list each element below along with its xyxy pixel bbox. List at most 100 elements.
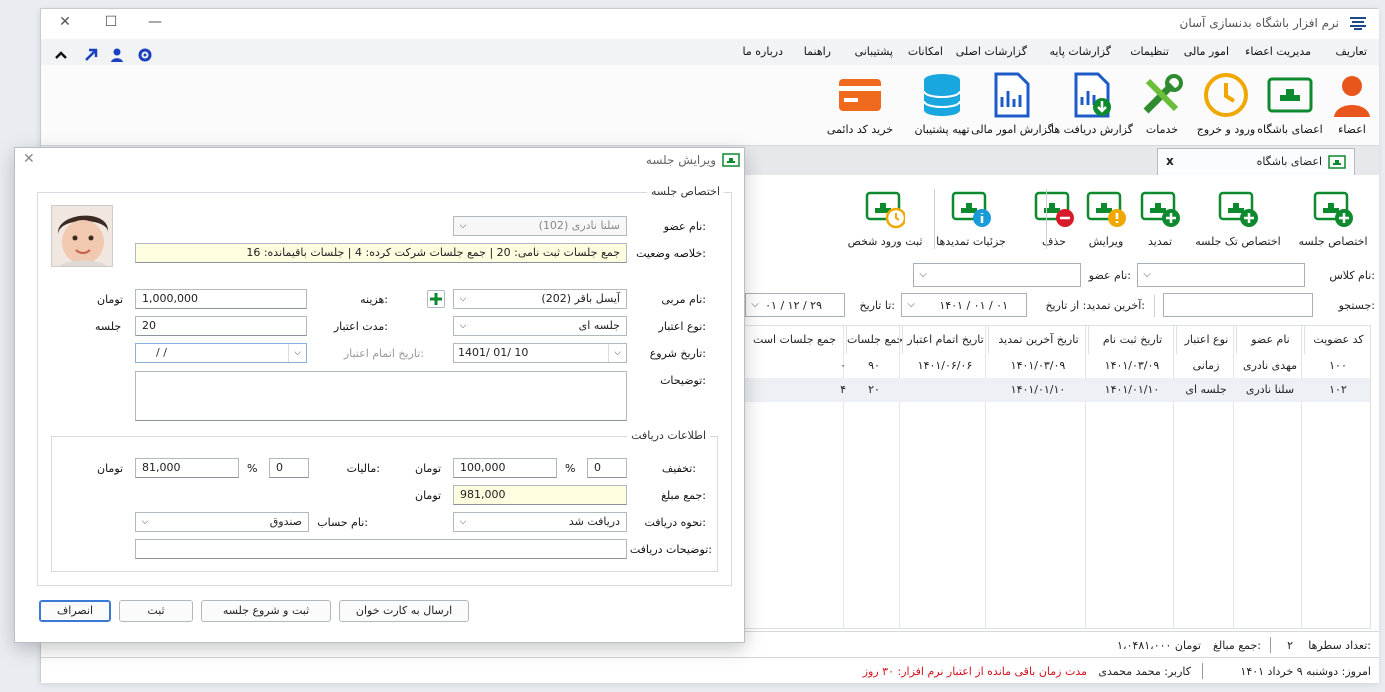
today-status: امروز: دوشنبه ۹ خرداد ۱۴۰۱ — [1240, 665, 1371, 678]
dialog-close-icon[interactable]: ✕ — [23, 151, 35, 167]
maximize-button[interactable]: ☐ — [101, 14, 121, 30]
menu-about[interactable]: درباره ما — [743, 45, 783, 58]
menu-basic-reports[interactable]: گزارشات پایه — [1050, 45, 1111, 58]
close-tab-icon[interactable]: x — [1166, 154, 1174, 168]
account-name-select[interactable]: ⌵ صندوق — [135, 512, 309, 532]
col-used-sessions[interactable]: جمع جلسات است — [742, 326, 846, 354]
payment-method-select[interactable]: ⌵ دریافت شد — [453, 512, 627, 532]
send-to-card-reader-button[interactable]: ارسال به کارت خوان — [339, 600, 469, 622]
member-add-icon — [1140, 191, 1180, 227]
add-coach-button[interactable] — [427, 290, 445, 308]
ribbon-entry-exit-button[interactable]: ورود و خروج — [1195, 65, 1257, 145]
tax-label: مالیات: — [346, 462, 380, 475]
table-row-selected[interactable]: ۱۰۲ سلنا نادری جلسه ای ۱۴۰۱/۰۱/۱۰ ۱۴۰۱/۰… — [742, 378, 1370, 402]
member-card-icon — [722, 153, 740, 167]
tax-percent-input[interactable]: 0 — [269, 458, 309, 478]
cost-unit: تومان — [97, 293, 124, 306]
ribbon-buy-license-button[interactable]: خرید کد دائمی — [827, 65, 893, 145]
member-name-select[interactable]: ⌵ — [913, 263, 1081, 287]
discount-amount-input[interactable]: 100,000 — [453, 458, 557, 478]
ribbon-finance-report-button[interactable]: گزارش امور مالی — [971, 65, 1053, 145]
ribbon-club-members-button[interactable]: اعضای باشگاه — [1257, 65, 1323, 145]
total-amount-unit: تومان — [415, 489, 442, 502]
row-count-value: ۲ — [1287, 639, 1293, 652]
discount-percent-input[interactable]: 0 — [587, 458, 627, 478]
payment-description-label: توضیحات دریافت: — [629, 543, 712, 556]
assign-session-button[interactable]: اختصاص جلسه — [1295, 183, 1371, 251]
col-register-date[interactable]: تاریخ ثبت نام — [1088, 326, 1176, 354]
menu-main-reports[interactable]: گزارشات اصلی — [956, 45, 1027, 58]
ribbon-backup-button[interactable]: تهیه پشتیبان — [911, 65, 973, 145]
discount-label: تخفیف: — [661, 462, 696, 475]
assign-session-group-title: اختصاص جلسه — [646, 185, 724, 198]
edit-button[interactable]: ویرایش — [1083, 183, 1129, 251]
menu-members[interactable]: مدیریت اعضاء — [1245, 45, 1311, 58]
menu-finance[interactable]: امور مالی — [1184, 45, 1229, 58]
assign-single-session-button[interactable]: اختصاص تک جلسه — [1193, 183, 1283, 251]
menu-settings[interactable]: تنظیمات — [1130, 45, 1169, 58]
tab-club-members[interactable]: اعضای باشگاه x — [1157, 148, 1355, 176]
arrow-up-right-icon[interactable] — [83, 47, 99, 63]
window-title: نرم افزار باشگاه بدنسازی آسان — [1179, 16, 1339, 30]
members-table: کد عضویت نام عضو نوع اعتبار تاریخ ثبت نا… — [741, 325, 1371, 629]
member-add-icon — [1218, 191, 1258, 227]
from-date-input[interactable]: ⌵ ۱۴۰۱ / ۰۱ / ۰۱ — [901, 293, 1027, 317]
plus-icon — [430, 293, 442, 305]
credit-end-date-picker[interactable]: ⌵ / / — [135, 343, 307, 363]
settings-gear-icon[interactable] — [137, 47, 153, 63]
ribbon-receipts-report-button[interactable]: گزارش دریافت ها — [1051, 65, 1133, 145]
filter-separator — [1154, 295, 1155, 317]
tax-percent-sign: % — [247, 462, 258, 475]
menu-facilities[interactable]: امکانات — [908, 45, 943, 58]
member-clock-icon — [865, 191, 905, 229]
user-icon[interactable] — [109, 47, 125, 63]
to-date-input[interactable]: ⌵ ۰۱ / ۱۲ / ۲۹ — [745, 293, 845, 317]
col-credit-end[interactable]: تاریخ اتمام اعتبار — [902, 326, 988, 354]
start-date-picker[interactable]: ⌵ 1401/ 01/ 10 — [453, 343, 627, 363]
chevron-up-icon[interactable] — [53, 47, 69, 63]
credit-card-icon — [839, 79, 881, 111]
toolbar-separator — [1046, 189, 1047, 249]
edit-session-dialog: ویرایش جلسه ✕ اختصاص جلسه نام عضو: ⌵ سلنا… — [14, 147, 745, 643]
col-last-renewal[interactable]: تاریخ آخرین تمدید — [988, 326, 1088, 354]
cancel-button[interactable]: انصراف — [39, 600, 111, 622]
dialog-title: ویرایش جلسه — [645, 153, 716, 167]
tab-label: اعضای باشگاه — [1256, 155, 1322, 168]
payment-method-label: نحوه دریافت: — [644, 516, 706, 529]
account-name-label: نام حساب: — [317, 516, 368, 529]
payment-description-input[interactable] — [135, 539, 627, 559]
license-remaining-status: مدت زمان باقی مانده از اعتبار نرم افزار:… — [862, 665, 1087, 678]
credit-type-select[interactable]: ⌵ جلسه ای — [453, 316, 627, 336]
table-row[interactable]: ۱۰۰ مهدی نادری زمانی ۱۴۰۱/۰۳/۰۹ ۱۴۰۱/۰۳/… — [742, 354, 1370, 378]
database-icon — [923, 74, 961, 116]
delete-button[interactable]: حذف — [1031, 183, 1077, 251]
renewal-details-button[interactable]: جزئیات تمدیدها — [931, 183, 1011, 251]
member-name-select[interactable]: ⌵ سلنا نادری (102) — [453, 216, 627, 236]
ribbon: اعضاء اعضای باشگاه ورود و خروج خدمات گزا… — [41, 65, 1379, 145]
validity-duration-input[interactable]: 20 — [135, 316, 307, 336]
class-name-label: نام کلاس: — [1329, 269, 1375, 282]
description-textarea[interactable] — [135, 371, 627, 421]
save-button[interactable]: ثبت — [119, 600, 193, 622]
save-and-start-session-button[interactable]: ثبت و شروع جلسه — [201, 600, 331, 622]
tax-amount-input[interactable]: 81,000 — [135, 458, 239, 478]
col-credit-type[interactable]: نوع اعتبار — [1176, 326, 1236, 354]
search-input[interactable] — [1163, 293, 1313, 317]
cost-input[interactable]: 1,000,000 — [135, 289, 307, 309]
close-window-button[interactable]: ✕ — [55, 14, 75, 30]
col-member-name[interactable]: نام عضو — [1236, 326, 1304, 354]
register-entry-button[interactable]: ثبت ورود شخص — [847, 183, 923, 251]
col-member-code[interactable]: کد عضویت — [1304, 326, 1370, 354]
minimize-button[interactable]: — — [145, 14, 165, 30]
col-total-sessions[interactable]: جمع جلسات — [846, 326, 902, 354]
renew-button[interactable]: تمدید — [1137, 183, 1183, 251]
member-name-label: نام عضو: — [1088, 269, 1131, 282]
menu-help[interactable]: راهنما — [804, 45, 831, 58]
status-summary-label: خلاصه وضعیت: — [636, 247, 706, 260]
ribbon-services-button[interactable]: خدمات — [1131, 65, 1193, 145]
menu-support[interactable]: پشتیبانی — [855, 45, 893, 58]
menu-definitions[interactable]: تعاریف — [1336, 45, 1367, 58]
total-amount-label: جمع مبلغ: — [661, 489, 706, 502]
class-name-select[interactable]: ⌵ — [1137, 263, 1305, 287]
coach-name-select[interactable]: ⌵ آیسل باقر (202) — [453, 289, 627, 309]
